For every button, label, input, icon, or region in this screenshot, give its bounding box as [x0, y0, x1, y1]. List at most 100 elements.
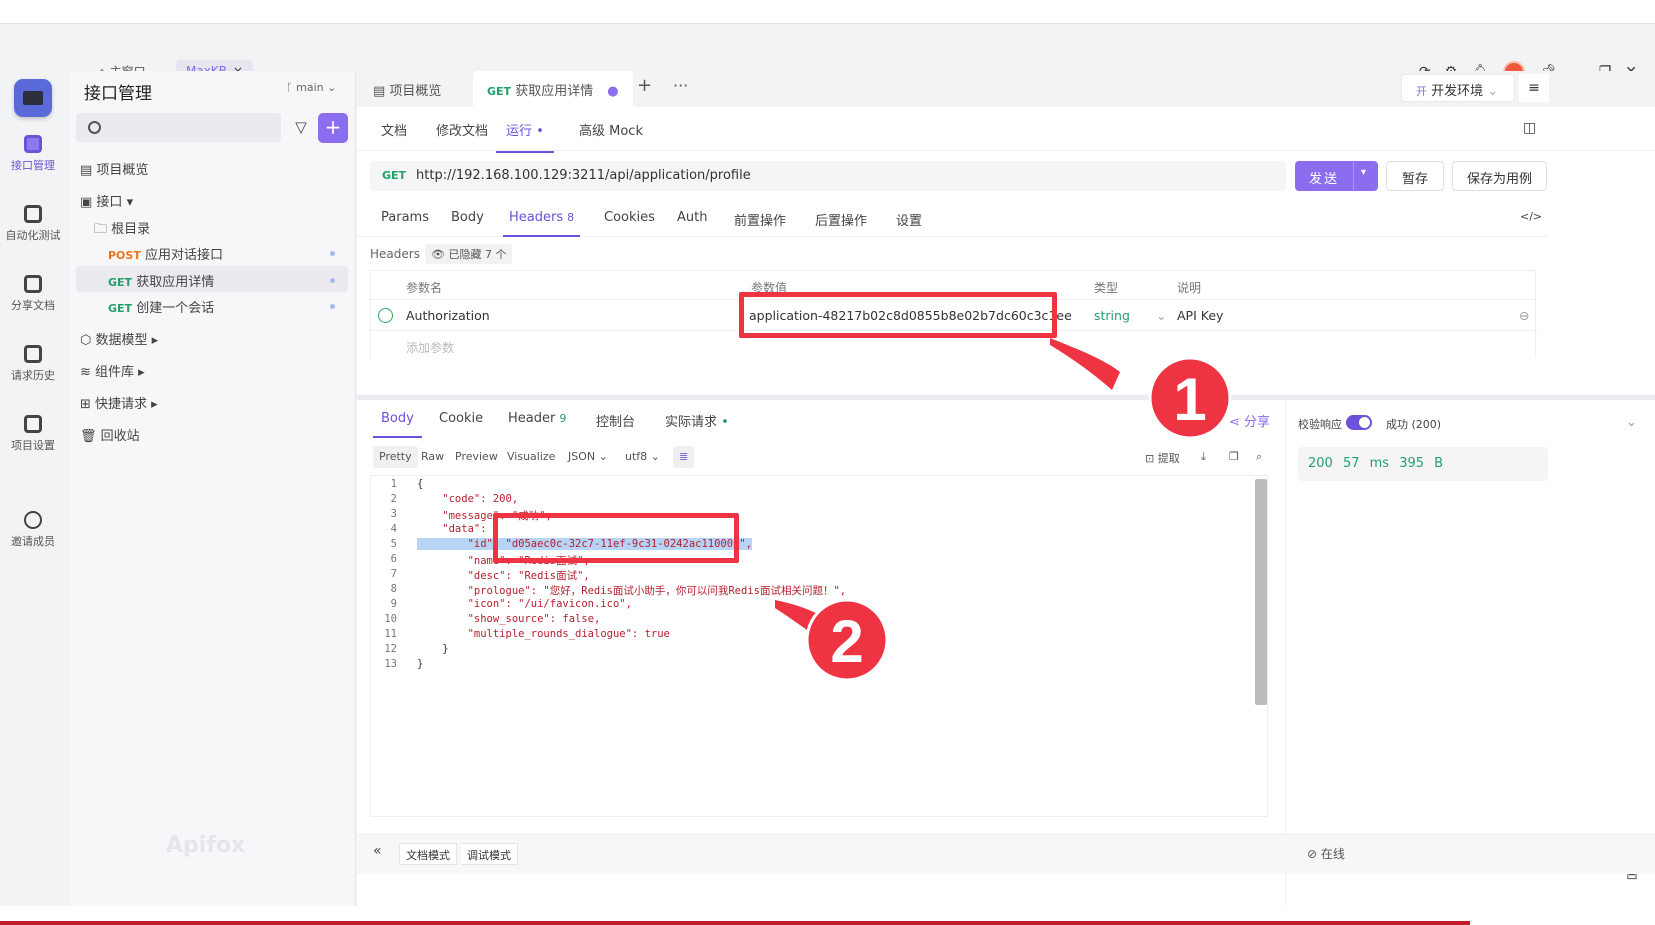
code-line: "multiple_rounds_dialogue": true [417, 628, 670, 640]
subtab-label: 运行 [506, 124, 533, 139]
rail-item-invite[interactable]: 邀请成员 [0, 511, 66, 549]
tab-console[interactable]: 控制台 [596, 411, 635, 430]
hidden-headers-toggle[interactable]: 👁︎ 已隐藏 7 个 [425, 244, 513, 264]
url-input[interactable]: GET http://192.168.100.129:3211/api/appli… [370, 161, 1286, 191]
chevron-down-icon[interactable]: ⌄ [1156, 308, 1166, 323]
pane-divider[interactable] [357, 395, 1655, 400]
tree-project-overview[interactable]: ▤ 项目概览 [80, 159, 148, 178]
method-badge: GET [108, 302, 133, 315]
branch-label: main [296, 81, 324, 94]
view-preview[interactable]: Preview [449, 446, 504, 468]
tree-trash[interactable]: 🗑︎ 回收站 [80, 425, 140, 444]
verify-toggle[interactable] [1346, 415, 1372, 430]
code-line: "show_source": false, [417, 613, 601, 625]
tab-settings[interactable]: 设置 [896, 210, 922, 229]
subtab-edit[interactable]: 修改文档 [436, 120, 488, 139]
subtab-mock[interactable]: 高级 Mock [579, 120, 643, 139]
tab-params[interactable]: Params [381, 210, 429, 225]
share-link[interactable]: ⋖ 分享 [1229, 411, 1270, 430]
param-type[interactable]: string [1094, 308, 1130, 323]
encoding-select[interactable]: utf8 ⌄ [619, 446, 666, 468]
branch-icon: ᚴ [286, 81, 297, 94]
wrap-icon[interactable]: ≣ [673, 446, 695, 468]
endpoint-name: 应用对话接口 [144, 248, 223, 263]
tab-response-cookie[interactable]: Cookie [439, 411, 483, 426]
column-header: 说明 [1177, 281, 1202, 295]
code-icon[interactable]: </> [1520, 210, 1542, 223]
layout-icon[interactable]: ◫ [1523, 120, 1536, 136]
check-circle-icon[interactable] [378, 308, 393, 323]
send-button[interactable]: 发送 ▾ [1295, 161, 1378, 191]
chevron-down-icon[interactable]: ▾ [1361, 167, 1368, 178]
save-case-button[interactable]: 保存为用例 [1452, 161, 1547, 191]
rail-item-settings[interactable]: 项目设置 [0, 415, 66, 453]
view-raw[interactable]: Raw [415, 446, 450, 468]
rail-item-history[interactable]: 请求历史 [0, 345, 66, 383]
add-button[interactable]: + [318, 113, 348, 143]
tab-pre-ops[interactable]: 前置操作 [734, 210, 786, 229]
layers-icon: ≋ [80, 365, 96, 380]
line-number: 6 [390, 553, 397, 565]
param-name[interactable]: Authorization [406, 308, 490, 323]
app-logo [14, 79, 52, 117]
remove-icon[interactable]: ⊖ [1519, 308, 1529, 323]
view-visualize[interactable]: Visualize [501, 446, 561, 468]
tab-cookies[interactable]: Cookies [604, 210, 655, 225]
tree-endpoint[interactable]: GET 获取应用详情 [108, 271, 214, 290]
tree-root[interactable]: 🗀 根目录 [94, 218, 150, 242]
status-select[interactable]: 成功 (200) [1386, 416, 1441, 432]
code-line: "data": { [417, 523, 500, 535]
tree-quick-request[interactable]: ⊞ 快捷请求 ▸ [80, 393, 158, 412]
more-icon[interactable]: ··· [673, 76, 688, 95]
search-icon[interactable]: ⌕ [1250, 446, 1268, 468]
download-icon[interactable]: ⤓ [1195, 446, 1212, 468]
view-pretty[interactable]: Pretty [373, 446, 418, 468]
branch-selector[interactable]: ᚴ main ⌄ [286, 81, 336, 94]
tab-response-header[interactable]: Header 9 [508, 411, 566, 426]
url-text: http://192.168.100.129:3211/api/applicat… [416, 168, 751, 183]
tab-body[interactable]: Body [451, 210, 484, 225]
env-label: 开发环境 [1431, 84, 1484, 99]
tab-overview[interactable]: ▤ 项目概览 [373, 80, 441, 99]
title-bar: ⌂主窗口 MaxKB× ⟳ ⚙ 🔔︎ 📌︎ — ❐ ✕ [0, 25, 1655, 83]
tree-endpoint[interactable]: GET 创建一个会话 [108, 297, 214, 316]
search-input[interactable] [76, 113, 281, 142]
env-selector[interactable]: 开 开发环境 ⌄ [1401, 74, 1515, 102]
rail-item-api[interactable]: 接口管理 [0, 135, 66, 173]
tab-headers[interactable]: Headers 8 [503, 210, 581, 237]
rail-item-share[interactable]: 分享文档 [0, 275, 66, 313]
scrollbar[interactable] [1255, 479, 1267, 705]
add-param-placeholder[interactable]: 添加参数 [406, 339, 454, 356]
tree-components[interactable]: ≋ 组件库 ▸ [80, 361, 145, 380]
filter-icon[interactable]: ▽ [288, 114, 314, 140]
method-badge: POST [108, 249, 141, 262]
subtab-doc[interactable]: 文档 [381, 120, 407, 139]
line-number: 7 [390, 568, 397, 580]
save-draft-button[interactable]: 暂存 [1386, 161, 1444, 191]
tab-response-body[interactable]: Body [373, 411, 422, 438]
format-select[interactable]: JSON ⌄ [562, 446, 614, 468]
param-desc[interactable]: API Key [1177, 308, 1223, 323]
tree-data-model[interactable]: ⬡ 数据模型 ▸ [80, 329, 158, 348]
copy-icon[interactable]: ❐ [1223, 446, 1245, 468]
doc-mode-button[interactable]: 文档模式 [399, 843, 457, 865]
menu-icon[interactable]: ≡ [1519, 74, 1549, 102]
chevron-down-icon[interactable]: ⌄ [1626, 415, 1637, 430]
top-strip [0, 0, 1655, 24]
subtab-run[interactable]: 运行 • [496, 120, 554, 153]
extract-button[interactable]: ⊡ 提取 [1139, 446, 1186, 468]
rail-item-autotest[interactable]: 自动化测试 [0, 205, 66, 243]
tab-actual-request[interactable]: 实际请求 • [665, 411, 729, 430]
collapse-icon[interactable]: « [373, 843, 382, 859]
tree-endpoint[interactable]: POST 应用对话接口 [108, 244, 223, 263]
param-tabs: Params Body Headers 8 Cookies Auth 前置操作 后… [357, 197, 1547, 237]
debug-mode-button[interactable]: 调试模式 [461, 843, 518, 865]
doc-subtabs: 文档 修改文档 运行 • 高级 Mock ◫ [357, 107, 1655, 153]
tab-active-endpoint[interactable]: GET 获取应用详情 ● [473, 71, 633, 107]
tree-api-group[interactable]: ▣ 接口 ▾ [80, 191, 133, 210]
tab-post-ops[interactable]: 后置操作 [815, 210, 867, 229]
sidebar-title: 接口管理 [84, 84, 152, 104]
new-tab-button[interactable]: + [637, 75, 652, 96]
line-number: 5 [390, 538, 397, 550]
tab-auth[interactable]: Auth [677, 210, 707, 225]
